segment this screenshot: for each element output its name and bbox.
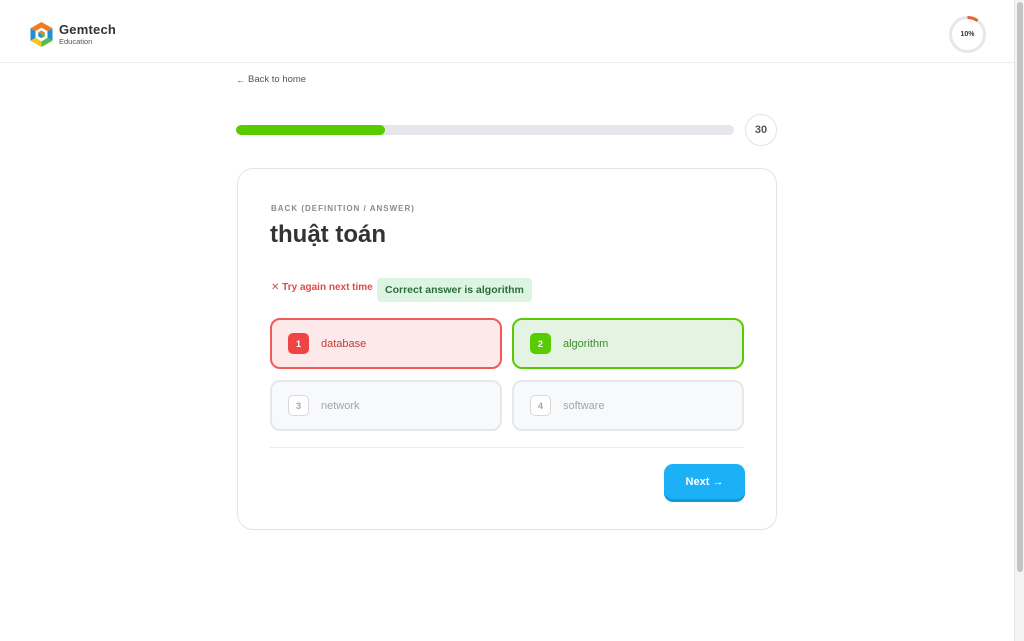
brand-subtitle: Education xyxy=(59,37,93,47)
next-button[interactable]: Next → xyxy=(664,464,745,499)
arrow-left-icon: ← xyxy=(236,74,245,85)
progress-ring-label: 10% xyxy=(960,31,975,38)
option-number-badge: 2 xyxy=(530,333,551,354)
answer-option-3[interactable]: 3 network xyxy=(270,380,502,431)
brand-name: Gemtech xyxy=(59,22,117,38)
quiz-progress-fill xyxy=(236,125,386,135)
option-text: database xyxy=(321,337,367,350)
card-divider xyxy=(270,447,744,448)
feedback-wrong-message: ✕ Try again next time xyxy=(271,282,373,293)
feedback-correct-answer: Correct answer is algorithm xyxy=(377,278,532,302)
option-number-badge: 3 xyxy=(288,395,309,416)
answer-option-2[interactable]: 2 algorithm xyxy=(512,318,744,369)
overall-progress-ring: 10% xyxy=(948,15,987,54)
top-header: Gemtech Education 10% xyxy=(0,0,1014,63)
option-text: network xyxy=(321,399,360,412)
option-number-badge: 4 xyxy=(530,395,551,416)
back-to-home-label: Back to home xyxy=(248,74,307,85)
back-to-home-link[interactable]: ← Back to home xyxy=(236,74,306,85)
quiz-progress-bar xyxy=(236,125,734,135)
card-side-label: BACK (DEFINITION / ANSWER) xyxy=(271,204,415,213)
scrollbar-thumb[interactable] xyxy=(1017,2,1023,572)
question-counter: 30 xyxy=(745,114,777,146)
brand-text: Gemtech Education xyxy=(59,23,116,46)
flashcard: BACK (DEFINITION / ANSWER) thuật toán ✕ … xyxy=(237,168,777,530)
brand-logo[interactable]: Gemtech Education xyxy=(29,21,116,48)
option-text: algorithm xyxy=(563,337,609,350)
option-number-badge: 1 xyxy=(288,333,309,354)
option-text: software xyxy=(563,399,605,412)
card-term: thuật toán xyxy=(270,221,386,248)
page-scrollbar[interactable] xyxy=(1014,0,1024,641)
answer-option-4[interactable]: 4 software xyxy=(512,380,744,431)
answer-option-1[interactable]: 1 database xyxy=(270,318,502,369)
hexagon-cube-logo-icon xyxy=(29,21,54,48)
